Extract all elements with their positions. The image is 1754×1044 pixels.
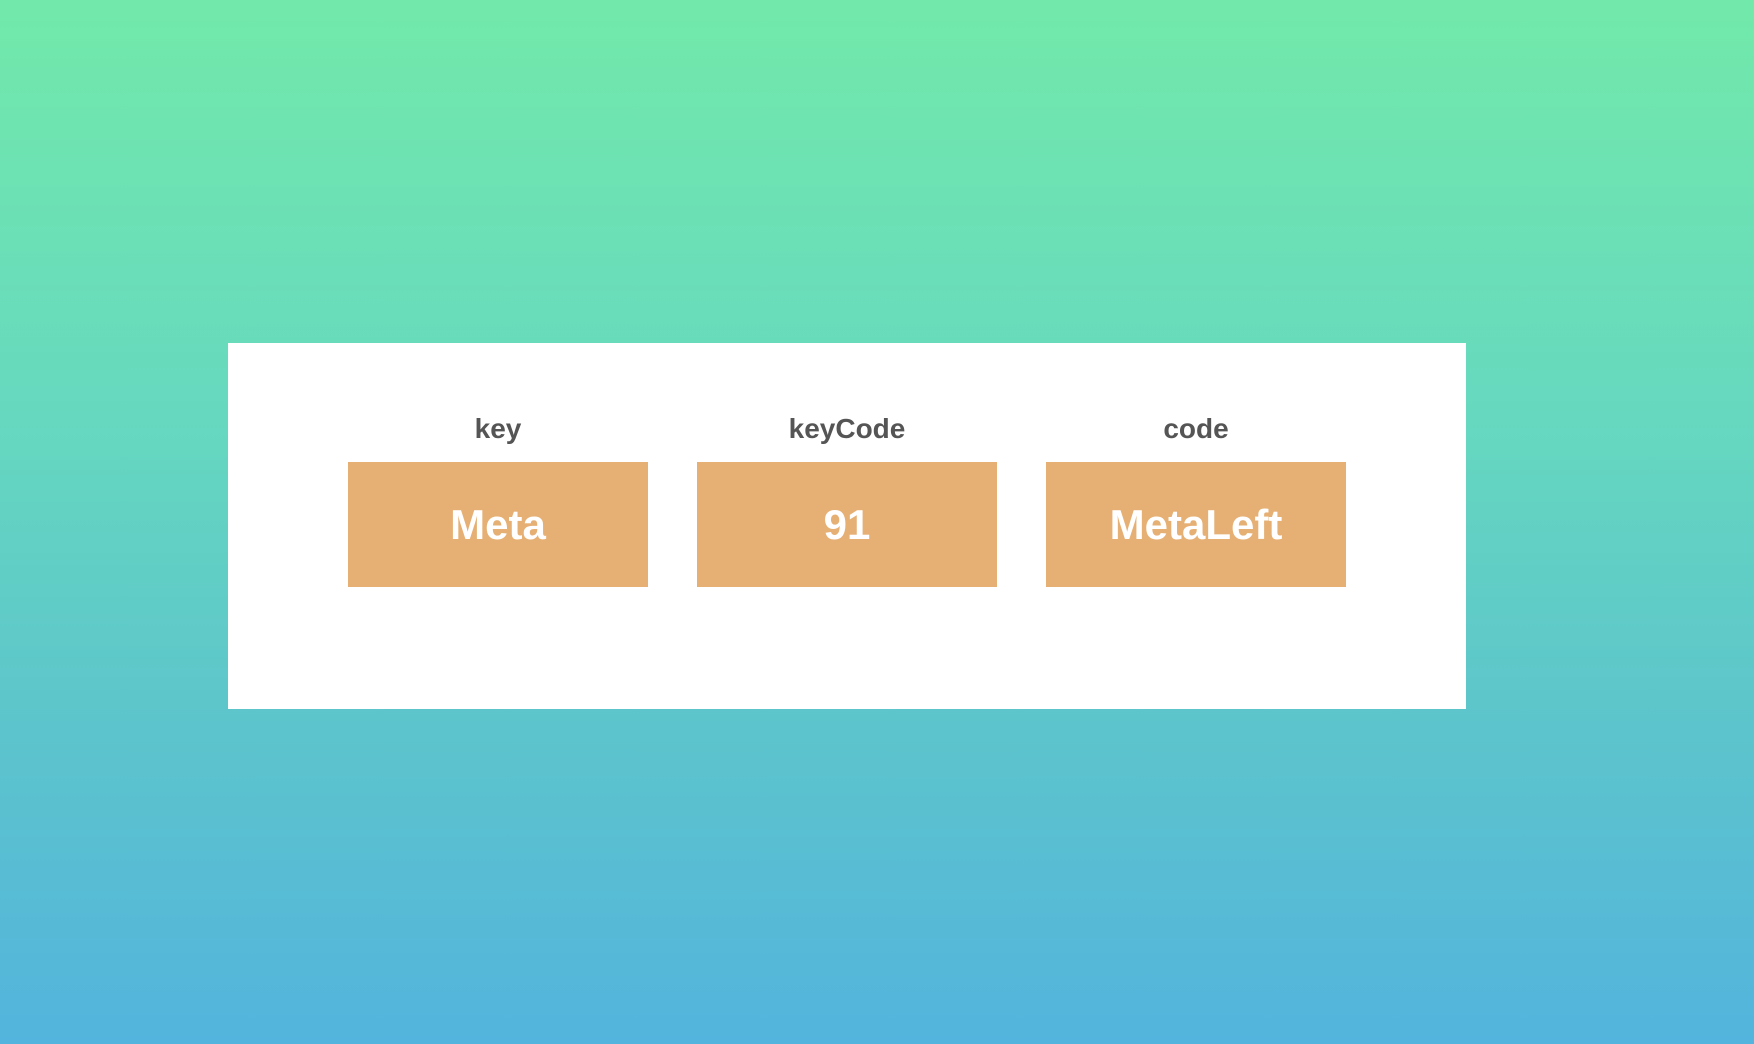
keycode-label: keyCode [788,413,906,444]
keycode-group: keyCode 91 [697,412,997,587]
key-info-card: key Meta keyCode 91 code MetaLeft [228,343,1466,709]
code-value-box: MetaLeft [1046,462,1346,587]
code-group: code MetaLeft [1046,412,1346,587]
keycode-value-box: 91 [697,462,997,587]
code-label: code [1163,413,1229,444]
key-value-box: Meta [348,462,648,587]
key-label: key [474,413,522,444]
key-group: key Meta [348,412,648,587]
